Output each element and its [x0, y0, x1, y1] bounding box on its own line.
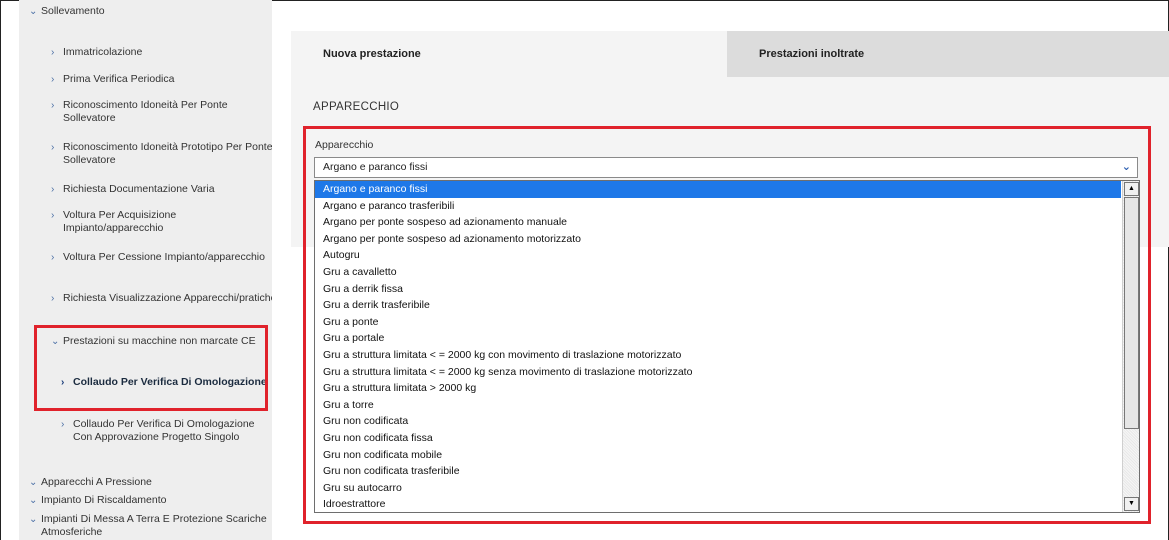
sidebar-item-label: Impianti Di Messa A Terra E Protezione S… [41, 513, 267, 538]
chevron-down-icon: ⌄ [29, 477, 38, 488]
sidebar-item-label: Riconoscimento Idoneità Per Ponte Sollev… [63, 99, 228, 124]
sidebar-item-label: Apparecchi A Pressione [41, 476, 152, 488]
sidebar-item-label: Riconoscimento Idoneità Prototipo Per Po… [63, 141, 272, 166]
sidebar-item-collaudo-progetto-singolo[interactable]: › Collaudo Per Verifica Di Omologazione … [61, 418, 271, 444]
sidebar-item-voltura-acquisizione[interactable]: › Voltura Per Acquisizione Impianto/appa… [51, 209, 272, 235]
chevron-right-icon: › [51, 142, 55, 153]
sidebar-item-label: Sollevamento [41, 5, 105, 17]
sidebar-item-documentazione[interactable]: › Richiesta Documentazione Varia [51, 183, 272, 196]
sidebar-item-riconoscimento-ponte[interactable]: › Riconoscimento Idoneità Per Ponte Soll… [51, 99, 272, 125]
sidebar-item-riconoscimento-prototipo[interactable]: › Riconoscimento Idoneità Prototipo Per … [51, 141, 272, 167]
sidebar-item-label: Immatricolazione [63, 46, 143, 58]
chevron-down-icon: ⌄ [29, 6, 38, 17]
chevron-right-icon: › [51, 184, 55, 195]
tab-bar: Nuova prestazione Prestazioni inoltrate [291, 31, 1169, 77]
sidebar-item-prima-verifica[interactable]: › Prima Verifica Periodica [51, 73, 272, 86]
chevron-right-icon: › [51, 252, 55, 263]
sidebar-item-label: Richiesta Visualizzazione Apparecchi/pra… [63, 292, 272, 304]
sidebar-item-voltura-cessione[interactable]: › Voltura Per Cessione Impianto/apparecc… [51, 251, 272, 264]
section-title: APPARECCHIO [313, 101, 400, 113]
sidebar-item-messa-a-terra[interactable]: ⌄ Impianti Di Messa A Terra E Protezione… [29, 513, 269, 539]
sidebar-item-riscaldamento[interactable]: ⌄ Impianto Di Riscaldamento [29, 494, 269, 507]
tab-prestazioni-inoltrate[interactable]: Prestazioni inoltrate [727, 31, 1169, 77]
sidebar-item-immatricolazione[interactable]: › Immatricolazione [51, 46, 272, 59]
sidebar-item-label: Prima Verifica Periodica [63, 73, 175, 85]
chevron-down-icon: ⌄ [29, 495, 38, 506]
sidebar-highlight-box [34, 325, 268, 411]
sidebar-item-label: Impianto Di Riscaldamento [41, 494, 167, 506]
sidebar-item-label: Voltura Per Acquisizione Impianto/appare… [63, 209, 177, 234]
sidebar-item-label: Richiesta Documentazione Varia [63, 183, 215, 195]
field-highlight-box [303, 126, 1151, 524]
chevron-right-icon: › [51, 74, 55, 85]
chevron-right-icon: › [51, 293, 55, 304]
sidebar-item-apparecchi-pressione[interactable]: ⌄ Apparecchi A Pressione [29, 476, 269, 489]
chevron-right-icon: › [61, 419, 65, 430]
sidebar-item-visualizzazione[interactable]: › Richiesta Visualizzazione Apparecchi/p… [51, 292, 272, 305]
sidebar: ⌄ Sollevamento › Immatricolazione › Prim… [19, 0, 272, 540]
tab-nuova-prestazione[interactable]: Nuova prestazione [291, 31, 727, 77]
sidebar-item-label: Voltura Per Cessione Impianto/apparecchi… [63, 251, 265, 263]
chevron-right-icon: › [51, 100, 55, 111]
sidebar-item-label: Collaudo Per Verifica Di Omologazione Co… [73, 418, 255, 443]
sidebar-item-sollevamento[interactable]: ⌄ Sollevamento [29, 5, 269, 18]
chevron-down-icon: ⌄ [29, 514, 38, 525]
chevron-right-icon: › [51, 47, 55, 58]
chevron-right-icon: › [51, 210, 55, 221]
